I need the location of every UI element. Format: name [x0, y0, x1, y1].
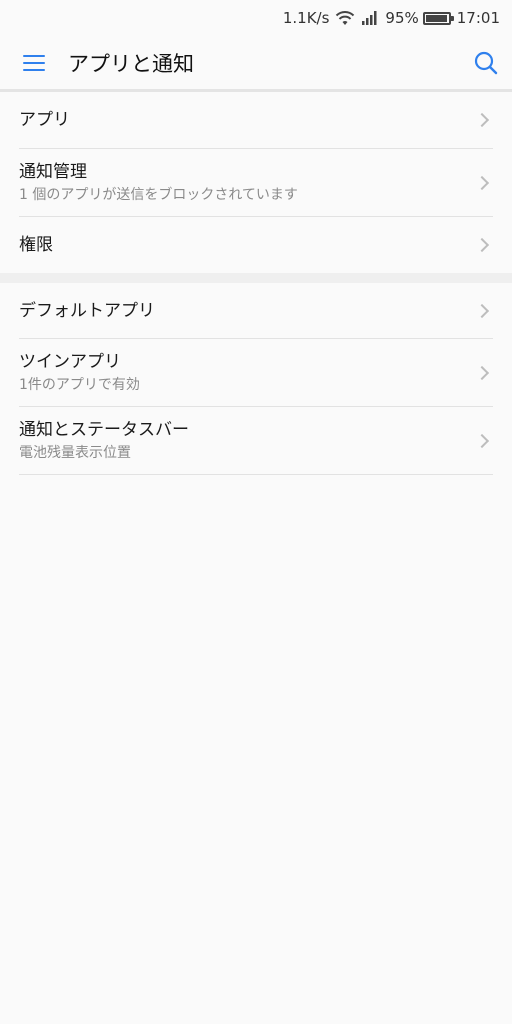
status-time: 17:01	[456, 9, 500, 27]
row-title: 通知管理	[19, 161, 87, 182]
search-icon	[474, 51, 498, 75]
menu-button[interactable]	[0, 36, 68, 90]
row-notifications-status-bar[interactable]: 通知とステータスバー 電池残量表示位置	[19, 407, 493, 475]
row-notification-management[interactable]: 通知管理 1 個のアプリが送信をブロックされています	[19, 149, 493, 217]
row-apps[interactable]: アプリ	[19, 92, 493, 149]
net-speed: 1.1K/s	[282, 9, 330, 27]
row-title: アプリ	[19, 110, 70, 130]
row-permissions[interactable]: 権限	[19, 217, 493, 273]
row-title: デフォルトアプリ	[19, 300, 155, 321]
row-title: 権限	[19, 235, 53, 255]
row-subtitle: 1 個のアプリが送信をブロックされています	[19, 186, 298, 203]
battery-icon	[422, 11, 454, 25]
settings-group-2: デフォルトアプリ ツインアプリ 1件のアプリで有効 通知とステータスバー 電池残…	[0, 283, 512, 475]
row-title: ツインアプリ	[19, 351, 121, 372]
status-bar: 1.1K/s 95% 17:01	[0, 0, 512, 36]
battery-level	[425, 14, 447, 22]
settings-group-1: アプリ 通知管理 1 個のアプリが送信をブロックされています 権限	[0, 92, 512, 273]
row-twin-apps[interactable]: ツインアプリ 1件のアプリで有効	[19, 339, 493, 407]
battery-percent: 95%	[385, 9, 419, 27]
group-divider	[0, 273, 512, 283]
row-title: 通知とステータスバー	[19, 419, 189, 440]
row-subtitle: 1件のアプリで有効	[19, 376, 140, 393]
wifi-icon	[335, 10, 355, 26]
menu-icon	[23, 54, 45, 72]
row-subtitle: 電池残量表示位置	[19, 444, 131, 461]
signal-icon	[361, 10, 379, 26]
app-bar: アプリと通知	[0, 36, 512, 90]
page-title: アプリと通知	[68, 52, 194, 76]
row-default-apps[interactable]: デフォルトアプリ	[19, 283, 493, 339]
search-button[interactable]	[460, 36, 512, 90]
